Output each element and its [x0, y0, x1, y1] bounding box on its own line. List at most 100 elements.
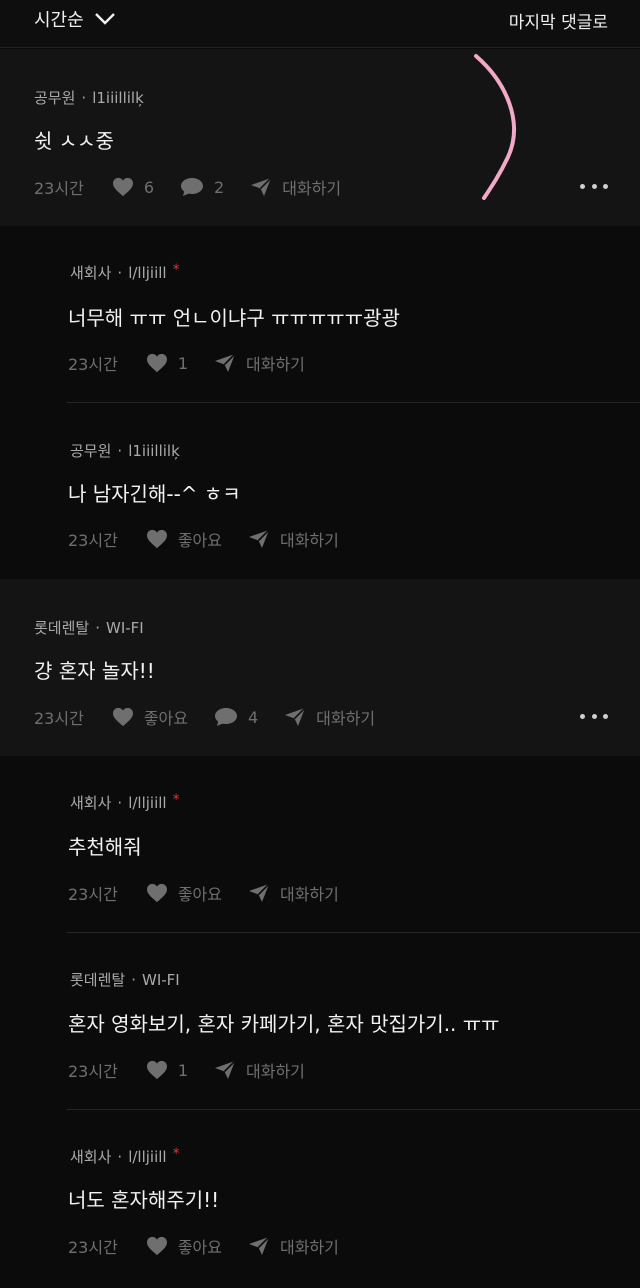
comment-item: 공무원 · l1iiillilķ 쉿 ㅅㅅ중 23시간 6 2 대화하기: [0, 49, 640, 226]
reply-count: 2: [214, 177, 225, 197]
jump-to-last-comment-button[interactable]: 마지막 댓글로: [509, 8, 608, 33]
talk-button[interactable]: 대화하기: [248, 527, 339, 551]
comment-actions: 23시간 좋아요 대화하기: [68, 527, 365, 551]
sort-dropdown[interactable]: 시간순: [34, 6, 116, 32]
paper-plane-icon: [285, 707, 306, 726]
author-company: 공무원: [70, 442, 112, 460]
paper-plane-icon: [251, 177, 272, 196]
comment-text: 쉿 ㅅㅅ중: [34, 129, 114, 153]
talk-button[interactable]: 대화하기: [284, 705, 375, 729]
comment-actions: 23시간 1 대화하기: [68, 351, 331, 375]
author-nickname: l1iiillilķ: [128, 442, 180, 460]
like-count: 1: [177, 1060, 188, 1080]
talk-label: 대화하기: [279, 1238, 339, 1257]
paper-plane-icon: [248, 1236, 270, 1255]
author-nickname: l/lljiill: [128, 794, 167, 812]
heart-icon: [146, 353, 167, 373]
reply-count: 4: [247, 707, 259, 727]
comment-author: 새회사 · l/lljiill *: [70, 792, 180, 812]
comment-time: 23시간: [68, 1238, 118, 1257]
talk-button[interactable]: 대화하기: [250, 175, 341, 199]
comment-time: 23시간: [68, 885, 118, 904]
comment-time: 23시간: [34, 709, 84, 728]
talk-label: 대화하기: [282, 179, 342, 198]
talk-label: 대화하기: [316, 709, 376, 728]
comment-actions: 23시간 1 대화하기: [68, 1058, 331, 1082]
talk-label: 대화하기: [279, 531, 339, 550]
author-nickname: l/lljiill: [128, 264, 167, 282]
like-count: 6: [143, 177, 154, 197]
heart-icon: [146, 1236, 167, 1256]
author-nickname: l1iiillilķ: [92, 89, 144, 107]
comment-actions: 23시간 좋아요 대화하기: [68, 881, 365, 905]
comment-item: 롯데렌탈 · WI-FI 걍 혼자 놀자!! 23시간 좋아요 4 대화하기: [0, 579, 640, 756]
author-nickname: WI-FI: [105, 619, 144, 637]
talk-button[interactable]: 대화하기: [248, 1234, 339, 1258]
heart-icon: [112, 707, 133, 727]
like-label: 좋아요: [177, 531, 222, 550]
comment-time: 23시간: [34, 179, 84, 198]
author-company: 새회사: [70, 264, 112, 282]
pen-stroke-annotation: [474, 54, 516, 200]
like-button[interactable]: 1: [146, 353, 188, 373]
heart-icon: [146, 529, 167, 549]
reply-button[interactable]: 4: [214, 707, 258, 727]
author-marker: *: [172, 262, 180, 278]
comment-time: 23시간: [68, 355, 118, 374]
like-label: 좋아요: [143, 709, 188, 728]
reply-button[interactable]: 2: [180, 177, 224, 197]
comment-author: 새회사 · l/lljiill *: [70, 262, 180, 282]
paper-plane-icon: [248, 529, 270, 548]
paper-plane-icon: [215, 353, 236, 372]
heart-icon: [146, 883, 167, 903]
paper-plane-icon: [215, 1060, 236, 1079]
author-company: 롯데렌탈: [70, 971, 126, 989]
author-marker: *: [172, 792, 180, 808]
like-count: 1: [177, 353, 188, 373]
chevron-down-icon: [94, 13, 115, 25]
comment-text: 혼자 영화보기, 혼자 카페가기, 혼자 맛집가기.. ㅠㅠ: [68, 1012, 500, 1036]
reply-item: 새회사 · l/lljiill * 추천해줘 23시간 좋아요 대화하기: [0, 756, 640, 933]
comment-header: 시간순 마지막 댓글로: [0, 0, 640, 48]
like-button[interactable]: 좋아요: [146, 881, 222, 905]
comment-author: 공무원 · l1iiillilķ: [34, 89, 144, 107]
more-options-button[interactable]: [580, 181, 608, 191]
author-company: 새회사: [70, 794, 112, 812]
paper-plane-icon: [248, 883, 270, 902]
speech-bubble-icon: [214, 708, 237, 726]
comment-time: 23시간: [68, 531, 118, 550]
comment-text: 너도 혼자해주기!!: [68, 1188, 220, 1212]
comment-author: 롯데렌탈 · WI-FI: [34, 619, 144, 637]
comment-text: 너무해 ㅠㅠ 언ㄴ이냐구 ㅠㅠㅠㅠㅠ광광: [68, 306, 400, 330]
comment-actions: 23시간 좋아요 4 대화하기: [34, 705, 401, 729]
comment-author: 새회사 · l/lljiill *: [70, 1146, 180, 1166]
talk-label: 대화하기: [246, 355, 305, 374]
author-nickname: WI-FI: [141, 971, 180, 989]
reply-item: 공무원 · l1iiillilķ 나 남자긴해--^ ㅎㅋ 23시간 좋아요 대화하…: [0, 403, 640, 579]
like-button[interactable]: 좋아요: [112, 705, 188, 729]
like-button[interactable]: 6: [112, 177, 154, 197]
like-button[interactable]: 1: [146, 1060, 188, 1080]
comment-actions: 23시간 좋아요 대화하기: [68, 1234, 365, 1258]
speech-bubble-icon: [181, 178, 203, 196]
author-company: 새회사: [70, 1148, 112, 1166]
talk-button[interactable]: 대화하기: [248, 881, 339, 905]
reply-item: 롯데렌탈 · WI-FI 혼자 영화보기, 혼자 카페가기, 혼자 맛집가기.. ㅠ…: [0, 933, 640, 1110]
reply-item: 새회사 · l/lljiill * 너무해 ㅠㅠ 언ㄴ이냐구 ㅠㅠㅠㅠㅠ광광 23시간…: [0, 226, 640, 403]
talk-label: 대화하기: [246, 1062, 305, 1081]
comment-actions: 23시간 6 2 대화하기: [34, 175, 367, 199]
comment-time: 23시간: [68, 1062, 118, 1081]
comment-text: 나 남자긴해--^ ㅎㅋ: [68, 482, 241, 506]
talk-button[interactable]: 대화하기: [214, 1058, 305, 1082]
comment-author: 롯데렌탈 · WI-FI: [70, 971, 180, 989]
like-button[interactable]: 좋아요: [146, 527, 222, 551]
more-options-button[interactable]: [580, 711, 608, 721]
talk-button[interactable]: 대화하기: [214, 351, 305, 375]
comment-author: 공무원 · l1iiillilķ: [70, 442, 180, 460]
talk-label: 대화하기: [279, 885, 339, 904]
like-button[interactable]: 좋아요: [146, 1234, 222, 1258]
author-company: 공무원: [34, 89, 76, 107]
comment-text: 추천해줘: [68, 835, 142, 859]
heart-icon: [112, 177, 133, 197]
reply-item: 새회사 · l/lljiill * 너도 혼자해주기!! 23시간 좋아요 대화하기: [0, 1110, 640, 1288]
